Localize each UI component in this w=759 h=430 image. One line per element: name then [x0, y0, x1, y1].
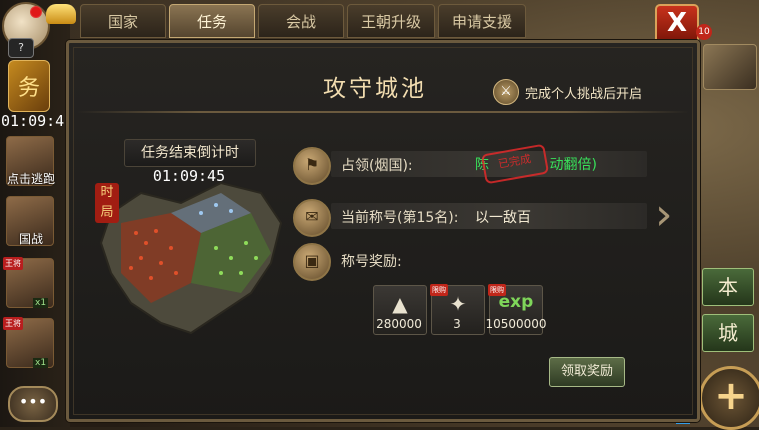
siege-task-dialog: 攻守城池 ⚔ 完成个人挑战后开启 任务结束倒计时 01:09:45 时局 ⚑ 占… [66, 40, 700, 422]
reward-label: 称号奖励: [341, 254, 402, 270]
quest-book-icon[interactable]: 务 [8, 60, 50, 112]
chat-button[interactable]: ••• [8, 386, 58, 422]
quest-book-glyph: 务 [17, 76, 40, 101]
tab-battle[interactable]: 会战 [258, 4, 344, 38]
side-button-city[interactable]: 城 [702, 314, 754, 352]
general-tag: 王将 [3, 257, 23, 270]
tab-bar: 国家 任务 会战 王朝升级 申请支援 [80, 4, 526, 40]
general-tag: 王将 [3, 317, 23, 330]
side-button-home[interactable]: 本 [702, 268, 754, 306]
occupy-row: ⚑ 占领(烟国): 陈 动翻倍) 已完成 [293, 143, 647, 185]
help-badge[interactable]: ? [8, 38, 34, 58]
territory-map[interactable] [91, 173, 287, 339]
tab-dynasty-upgrade[interactable]: 王朝升级 [347, 4, 435, 38]
challenge-note-text: 完成个人挑战后开启 [525, 86, 643, 102]
general-count: x1 [33, 298, 49, 308]
chevron-right-icon[interactable]: › [655, 193, 681, 239]
reward-exp-value: 10500000 [485, 317, 547, 331]
claim-reward-button[interactable]: 领取奖励 [549, 357, 625, 387]
close-badge: 10 [696, 24, 712, 40]
notification-dot [30, 6, 42, 18]
national-war-card[interactable]: 国战 [6, 196, 54, 246]
general-count: x1 [33, 358, 49, 368]
rank-title-value: 以一敌百 [475, 210, 531, 226]
treasure-chest-icon: ▣ [293, 243, 331, 281]
map-scroll-icon[interactable] [703, 44, 757, 90]
national-war-caption: 国战 [18, 232, 43, 246]
scroll-icon: ✉ [293, 199, 331, 237]
close-button[interactable]: X [655, 4, 699, 44]
tab-country[interactable]: 国家 [80, 4, 166, 38]
occupy-bonus-text: 动翻倍) [549, 157, 597, 173]
tab-tasks[interactable]: 任务 [169, 4, 255, 38]
flag-icon: ⚑ [293, 147, 331, 185]
gold-ingot-icon[interactable] [46, 4, 76, 24]
gold-icon: ✦ [449, 292, 467, 316]
sword-icon: ⚔ [493, 79, 519, 105]
reward-silver-value: 280000 [376, 317, 422, 331]
reward-row: ▣ 称号奖励: [293, 243, 643, 281]
countdown-label: 任务结束倒计时 [124, 139, 256, 167]
expand-plus-button[interactable]: + [699, 366, 759, 430]
general-card-2[interactable]: 王将 x1 [3, 317, 54, 368]
left-hud: ? 务 01:09:45 点击逃跑 国战 王将 x1 王将 x1 ••• [0, 0, 76, 427]
rank-title-row[interactable]: ✉ 当前称号(第15名): 以一敌百 › [293, 193, 673, 237]
dialog-title: 攻守城池 [323, 76, 427, 102]
silver-icon: ▲ [392, 292, 408, 316]
challenge-note: ⚔ 完成个人挑战后开启 [493, 79, 642, 105]
completed-stamp: 已完成 [480, 143, 550, 185]
escape-card[interactable]: 点击逃跑 [6, 136, 55, 186]
map-seal: 时局 [95, 183, 119, 223]
rank-title-label: 当前称号(第15名): [341, 210, 459, 226]
tab-request-support[interactable]: 申请支援 [438, 4, 526, 38]
occupy-label: 占领(烟国): [341, 158, 413, 174]
escape-card-caption: 点击逃跑 [6, 172, 55, 186]
general-card-1[interactable]: 王将 x1 [3, 257, 54, 308]
exp-icon: exp [498, 292, 534, 312]
reward-gold-value: 3 [453, 317, 461, 331]
hud-timer: 01:09:45 [1, 112, 74, 130]
title-divider [77, 111, 689, 113]
